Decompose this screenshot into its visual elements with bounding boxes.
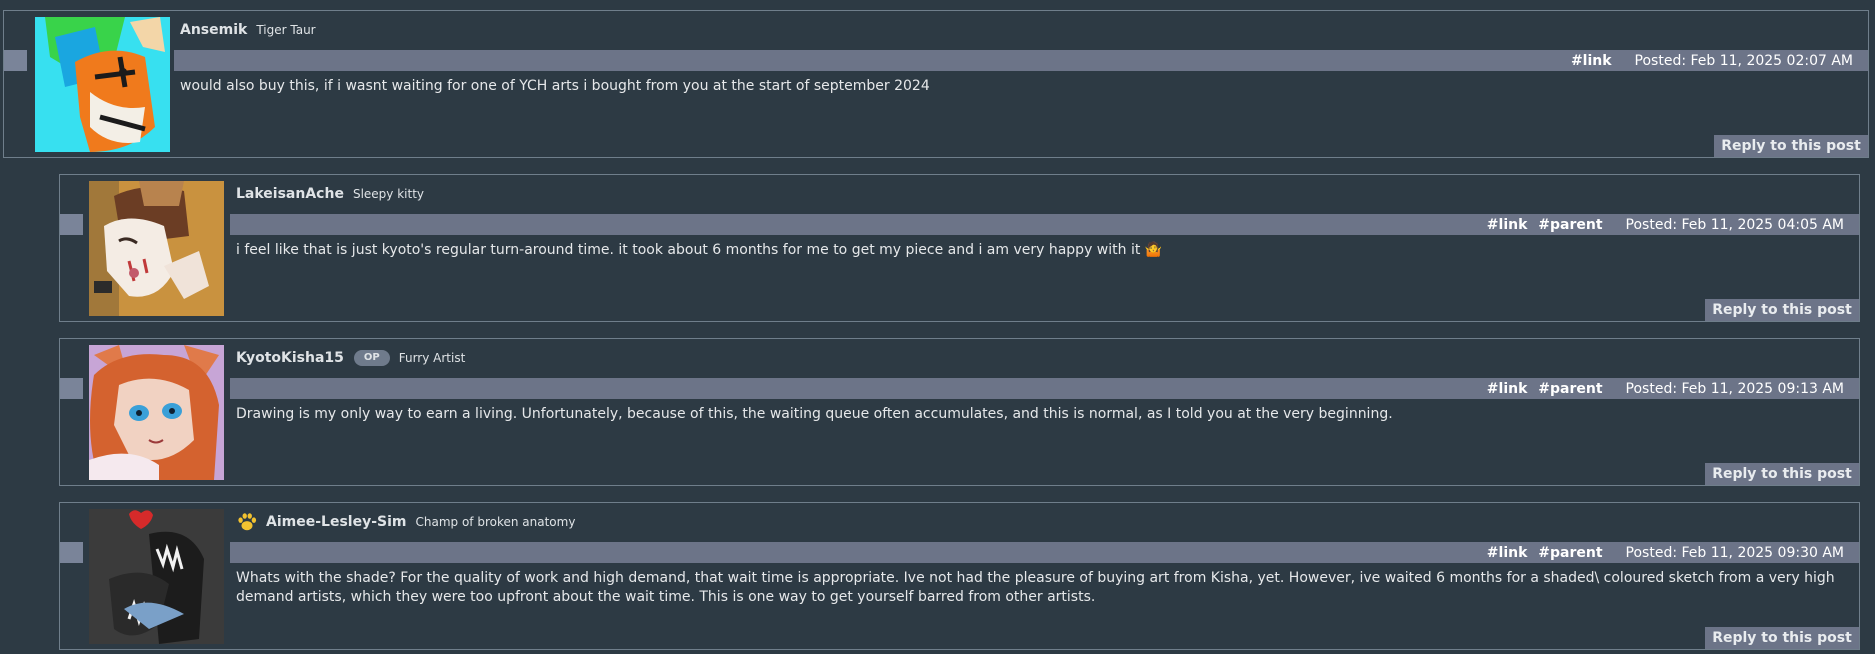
username[interactable]: LakeisanAche <box>236 186 344 202</box>
comment-card: KyotoKisha15 OP Furry Artist #link #pare… <box>59 338 1860 486</box>
thread-indent-marker <box>60 214 83 235</box>
parent-link[interactable]: #parent <box>1538 217 1602 233</box>
user-title: Furry Artist <box>398 351 466 365</box>
avatar-image <box>89 509 224 644</box>
comment-body: i feel like that is just kyoto's regular… <box>236 242 1163 258</box>
avatar[interactable] <box>89 345 224 480</box>
posted-timestamp: Posted: Feb 11, 2025 09:13 AM <box>1625 380 1844 397</box>
thread-indent-marker <box>60 542 83 563</box>
comment-body: Drawing is my only way to earn a living.… <box>236 406 1393 422</box>
comment-header-bar: #link #parent Posted: Feb 11, 2025 09:13… <box>230 378 1859 399</box>
reply-button[interactable]: Reply to this post <box>1705 299 1859 321</box>
paw-icon <box>238 513 257 531</box>
reply-button[interactable]: Reply to this post <box>1705 627 1859 649</box>
reply-button[interactable]: Reply to this post <box>1705 463 1859 485</box>
permalink-link[interactable]: #link <box>1487 381 1528 397</box>
posted-timestamp: Posted: Feb 11, 2025 04:05 AM <box>1625 216 1844 233</box>
thread-indent-marker <box>60 378 83 399</box>
permalink-link[interactable]: #link <box>1487 545 1528 561</box>
user-title: Tiger Taur <box>256 23 316 37</box>
permalink-link[interactable]: #link <box>1571 53 1612 69</box>
comment-header-bar: #link #parent Posted: Feb 11, 2025 09:30… <box>230 542 1859 563</box>
comment-header-bar: #link #parent Posted: Feb 11, 2025 04:05… <box>230 214 1859 235</box>
user-title: Champ of broken anatomy <box>415 515 576 529</box>
reply-button[interactable]: Reply to this post <box>1714 135 1868 157</box>
avatar[interactable] <box>35 17 170 152</box>
username[interactable]: KyotoKisha15 <box>236 350 344 366</box>
username[interactable]: Aimee-Lesley-Sim <box>266 514 406 530</box>
permalink-link[interactable]: #link <box>1487 217 1528 233</box>
comment-body: would also buy this, if i wasnt waiting … <box>180 78 930 94</box>
avatar-image <box>89 345 224 480</box>
op-badge: OP <box>353 350 390 366</box>
avatar[interactable] <box>89 509 224 644</box>
comment-card: Aimee-Lesley-Sim Champ of broken anatomy… <box>59 502 1860 650</box>
comment-card: LakeisanAche Sleepy kitty #link #parent … <box>59 174 1860 322</box>
comment-body: Whats with the shade? For the quality of… <box>236 570 1835 605</box>
parent-link[interactable]: #parent <box>1538 545 1602 561</box>
posted-timestamp: Posted: Feb 11, 2025 09:30 AM <box>1625 544 1844 561</box>
posted-timestamp: Posted: Feb 11, 2025 02:07 AM <box>1634 52 1853 69</box>
parent-link[interactable]: #parent <box>1538 381 1602 397</box>
comment-header-bar: #link Posted: Feb 11, 2025 02:07 AM <box>174 50 1868 71</box>
username[interactable]: Ansemik <box>180 22 247 38</box>
avatar-image <box>89 181 224 316</box>
avatar[interactable] <box>89 181 224 316</box>
user-title: Sleepy kitty <box>352 187 424 201</box>
thread-indent-marker <box>4 50 27 71</box>
comment-card: Ansemik Tiger Taur #link Posted: Feb 11,… <box>3 10 1869 158</box>
avatar-image <box>35 17 170 152</box>
